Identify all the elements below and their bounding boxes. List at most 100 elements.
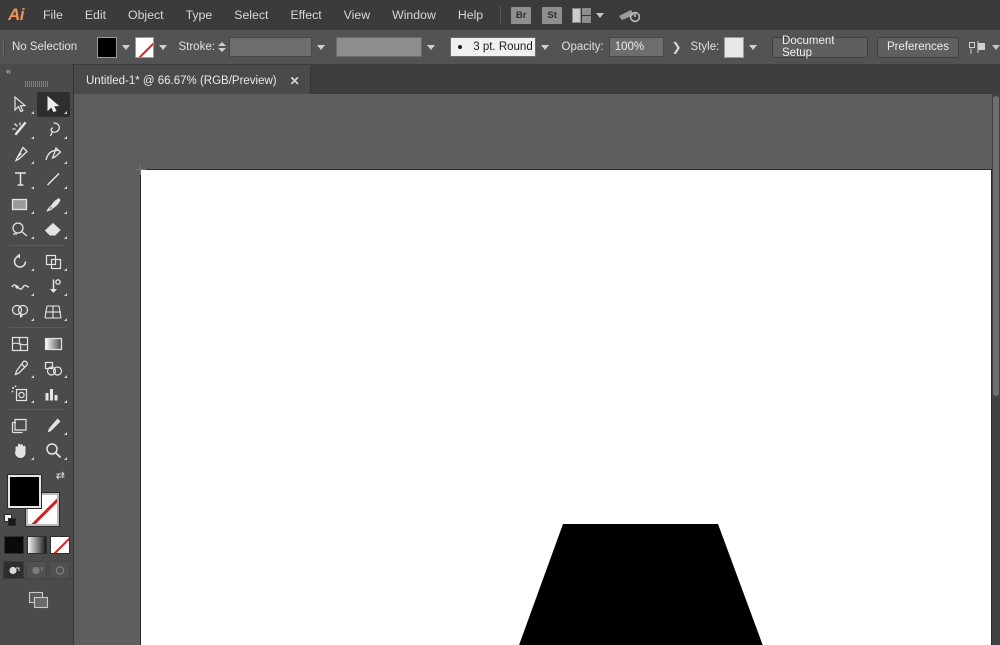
menu-effect[interactable]: Effect: [279, 0, 332, 30]
swap-fill-stroke-icon[interactable]: ⇄: [56, 471, 65, 482]
width-tool[interactable]: [4, 274, 37, 299]
opacity-input[interactable]: 100%: [609, 37, 665, 57]
align-objects-icon[interactable]: [969, 40, 1000, 55]
preferences-button[interactable]: Preferences: [877, 37, 959, 58]
chevron-down-icon[interactable]: [596, 13, 604, 18]
canvas-area[interactable]: [74, 94, 1000, 645]
type-tool[interactable]: [4, 167, 37, 192]
menu-type[interactable]: Type: [175, 0, 224, 30]
rectangle-tool[interactable]: [4, 192, 37, 217]
stroke-weight-label: Stroke:: [178, 41, 214, 53]
shape-builder-tool[interactable]: [4, 299, 37, 324]
brush-definition-dropdown[interactable]: 3 pt. Round: [450, 37, 535, 57]
stroke-weight-stepper[interactable]: [218, 42, 226, 52]
menu-file[interactable]: File: [32, 0, 74, 30]
gradient-tool[interactable]: [37, 331, 70, 356]
opacity-expand-chevron-icon[interactable]: ❯: [671, 41, 681, 53]
pen-tool[interactable]: [4, 142, 37, 167]
free-transform-tool[interactable]: [37, 274, 70, 299]
mesh-tool[interactable]: [4, 331, 37, 356]
collapse-panel-button[interactable]: «: [0, 64, 73, 78]
control-bar-grip[interactable]: [0, 30, 8, 65]
tool-divider: [9, 245, 65, 246]
menu-edit[interactable]: Edit: [74, 0, 117, 30]
default-fill-stroke-icon[interactable]: [4, 514, 17, 527]
menu-bar: Ai File Edit Object Type Select Effect V…: [0, 0, 1000, 30]
control-bar: No Selection Stroke: 3 pt. Round Opacity…: [0, 30, 1000, 65]
selection-status-label: No Selection: [12, 41, 97, 53]
workspace-switcher-icon[interactable]: [618, 7, 640, 24]
gradient-button[interactable]: [27, 536, 47, 554]
document-tab-title: Untitled-1* @ 66.67% (RGB/Preview): [86, 75, 277, 87]
direct-selection-tool[interactable]: [37, 92, 70, 117]
arrange-documents-icon[interactable]: [572, 8, 604, 23]
magic-wand-tool[interactable]: [4, 117, 37, 142]
lasso-tool[interactable]: [37, 117, 70, 142]
stroke-dropdown-chevron-icon[interactable]: [159, 45, 167, 50]
vertical-scrollbar-thumb[interactable]: [993, 96, 999, 396]
blend-tool[interactable]: [37, 356, 70, 381]
eyedropper-tool[interactable]: [4, 356, 37, 381]
line-segment-tool[interactable]: [37, 167, 70, 192]
document-tab-bar: Untitled-1* @ 66.67% (RGB/Preview) ✕: [0, 65, 1000, 94]
menubar-divider: [500, 6, 501, 24]
brush-definition-chevron-icon[interactable]: [541, 45, 549, 50]
stroke-color-swatch[interactable]: [135, 37, 155, 58]
stock-icon[interactable]: St: [542, 7, 562, 24]
scale-tool[interactable]: [37, 249, 70, 274]
zoom-tool[interactable]: [37, 438, 70, 463]
style-chevron-icon[interactable]: [749, 45, 757, 50]
menu-view[interactable]: View: [333, 0, 381, 30]
ai-logo-icon: Ai: [0, 0, 32, 30]
shaper-tool[interactable]: [4, 217, 37, 242]
graphic-style-swatch[interactable]: [724, 37, 744, 58]
tool-grid: [0, 92, 73, 463]
bridge-icon[interactable]: Br: [511, 7, 531, 24]
paintbrush-tool[interactable]: [37, 192, 70, 217]
fill-swatch[interactable]: [8, 475, 41, 508]
selection-tool[interactable]: [4, 92, 37, 117]
draw-normal-button[interactable]: [3, 561, 24, 579]
width-profile-chevron-icon[interactable]: [427, 45, 435, 50]
trapezoid-path[interactable]: [506, 524, 776, 645]
eraser-tool[interactable]: [37, 217, 70, 242]
fill-stroke-controls: ⇄: [0, 469, 74, 531]
menu-window[interactable]: Window: [381, 0, 447, 30]
variable-width-profile-dropdown[interactable]: [336, 37, 422, 57]
fill-color-swatch[interactable]: [97, 37, 117, 58]
perspective-grid-tool[interactable]: [37, 299, 70, 324]
change-screen-mode-icon[interactable]: [0, 591, 73, 611]
stroke-weight-input[interactable]: [229, 37, 312, 57]
color-mode-buttons: [0, 536, 73, 554]
menu-help[interactable]: Help: [447, 0, 494, 30]
fill-dropdown-chevron-icon[interactable]: [122, 45, 130, 50]
slice-tool[interactable]: [37, 413, 70, 438]
none-button[interactable]: [50, 536, 70, 554]
brush-dot-icon: [458, 45, 462, 49]
tool-divider-2: [9, 327, 65, 328]
document-tab[interactable]: Untitled-1* @ 66.67% (RGB/Preview) ✕: [74, 65, 311, 94]
rotate-tool[interactable]: [4, 249, 37, 274]
curvature-tool[interactable]: [37, 142, 70, 167]
illustrator-window: Ai File Edit Object Type Select Effect V…: [0, 0, 1000, 645]
column-graph-tool[interactable]: [37, 381, 70, 406]
menu-object[interactable]: Object: [117, 0, 175, 30]
tools-panel-grip[interactable]: [0, 78, 73, 90]
hand-tool[interactable]: [4, 438, 37, 463]
vertical-scrollbar[interactable]: [992, 94, 1000, 645]
draw-inside-button[interactable]: [49, 561, 70, 579]
opacity-label: Opacity:: [562, 41, 604, 53]
color-button[interactable]: [4, 536, 24, 554]
drawing-mode-buttons: [0, 561, 73, 579]
symbol-sprayer-tool[interactable]: [4, 381, 37, 406]
menu-select[interactable]: Select: [223, 0, 279, 30]
artboard[interactable]: [140, 169, 992, 645]
draw-behind-button[interactable]: [26, 561, 47, 579]
brush-definition-label: 3 pt. Round: [473, 41, 532, 53]
stroke-weight-chevron-icon[interactable]: [317, 45, 325, 50]
close-icon[interactable]: ✕: [289, 75, 301, 87]
artwork-layer: [141, 170, 993, 645]
align-chevron-down-icon[interactable]: [992, 45, 1000, 50]
document-setup-button[interactable]: Document Setup: [772, 37, 868, 58]
artboard-tool[interactable]: [4, 413, 37, 438]
